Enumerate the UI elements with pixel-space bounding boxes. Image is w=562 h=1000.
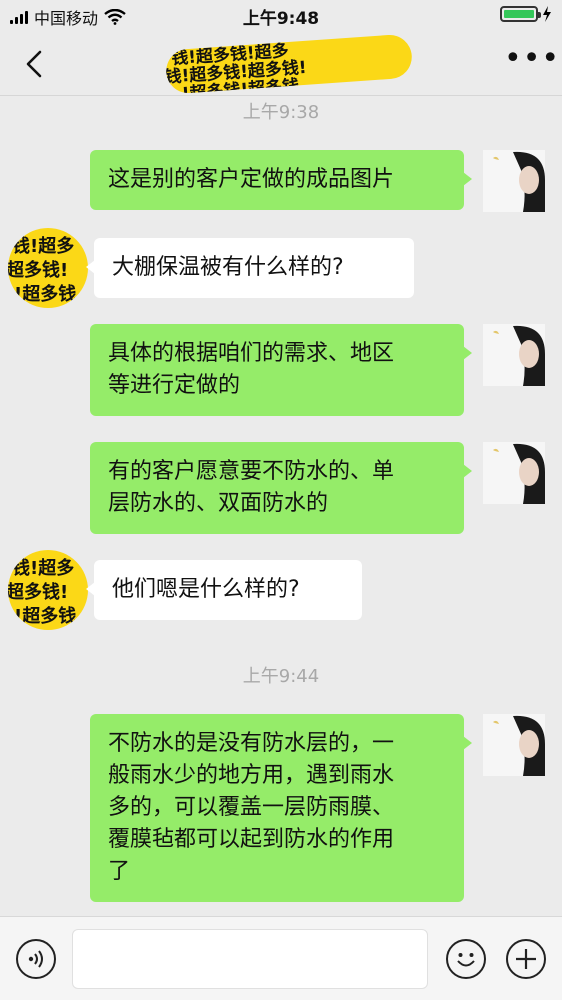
chat-header: 钱!超多钱!超多 钱!超多钱!超多钱! !超多钱!超多钱 ••• (0, 32, 562, 96)
portrait-image (483, 714, 545, 776)
avatar-text: 钱!超多 (12, 236, 75, 257)
message-timestamp: 上午9:44 (242, 666, 320, 687)
emoji-icon (457, 953, 475, 967)
message-bubble-sent[interactable]: 具体的根据咱们的需求、地区 等进行定做的 (90, 324, 472, 416)
avatar-text: 超多钱! (8, 260, 69, 281)
my-avatar[interactable] (483, 150, 545, 212)
message-line: 般雨水少的地方用，遇到雨水 (108, 763, 395, 788)
message-line: 等进行定做的 (108, 373, 241, 398)
chat-title-avatar-banner: 钱!超多钱!超多 钱!超多钱!超多钱! !超多钱!超多钱 (164, 33, 414, 95)
more-options-button[interactable]: ••• (504, 44, 559, 78)
message-line: 这是别的客户定做的成品图片 (108, 167, 395, 192)
message-line: 多的，可以覆盖一层防雨膜、 (108, 795, 395, 820)
message-bubble-sent[interactable]: 不防水的是没有防水层的，一 般雨水少的地方用，遇到雨水 多的，可以覆盖一层防雨膜… (90, 714, 472, 902)
message-line: 他们嗯是什么样的? (112, 577, 300, 602)
status-bar: 中国移动 上午9:48 (0, 0, 562, 32)
message-bubble-received[interactable]: 大棚保温被有什么样的? (86, 238, 414, 298)
voice-input-button[interactable] (16, 939, 56, 979)
avatar-text: 超多钱! (8, 582, 69, 603)
message-line: 覆膜毡都可以起到防水的作用 (108, 827, 395, 852)
contact-avatar[interactable]: 钱!超多 超多钱! !超多钱 (8, 228, 88, 308)
portrait-image (483, 150, 545, 212)
message-bubble-received[interactable]: 他们嗯是什么样的? (86, 560, 362, 620)
avatar-text: !超多钱 (14, 606, 77, 627)
status-right (500, 6, 552, 22)
message-line: 具体的根据咱们的需求、地区 (108, 341, 395, 366)
avatar-text: 钱!超多 (12, 558, 75, 579)
portrait-image (483, 324, 545, 386)
plus-icon (516, 949, 536, 969)
back-button[interactable] (18, 46, 54, 82)
portrait-image (483, 442, 545, 504)
message-timestamp: 上午9:38 (242, 102, 320, 123)
status-time: 上午9:48 (242, 9, 320, 29)
emoji-button[interactable] (446, 939, 486, 979)
more-functions-button[interactable] (506, 939, 546, 979)
message-line: 大棚保温被有什么样的? (112, 255, 344, 280)
my-avatar[interactable] (483, 442, 545, 504)
charging-icon (543, 6, 551, 22)
my-avatar[interactable] (483, 714, 545, 776)
message-bubble-sent[interactable]: 有的客户愿意要不防水的、单 层防水的、双面防水的 (90, 442, 472, 534)
message-line: 了 (108, 859, 131, 884)
battery-icon (500, 6, 541, 22)
chat-input-bar (0, 916, 562, 1000)
voice-icon (28, 950, 43, 968)
message-bubble-sent[interactable]: 这是别的客户定做的成品图片 (90, 150, 472, 210)
message-line: 层防水的、双面防水的 (108, 491, 329, 516)
message-input[interactable] (72, 929, 428, 989)
message-line: 有的客户愿意要不防水的、单 (108, 459, 395, 484)
my-avatar[interactable] (483, 324, 545, 386)
message-line: 不防水的是没有防水层的，一 (108, 731, 395, 756)
contact-avatar[interactable]: 钱!超多 超多钱! !超多钱 (8, 550, 88, 630)
avatar-text: !超多钱 (14, 284, 77, 305)
